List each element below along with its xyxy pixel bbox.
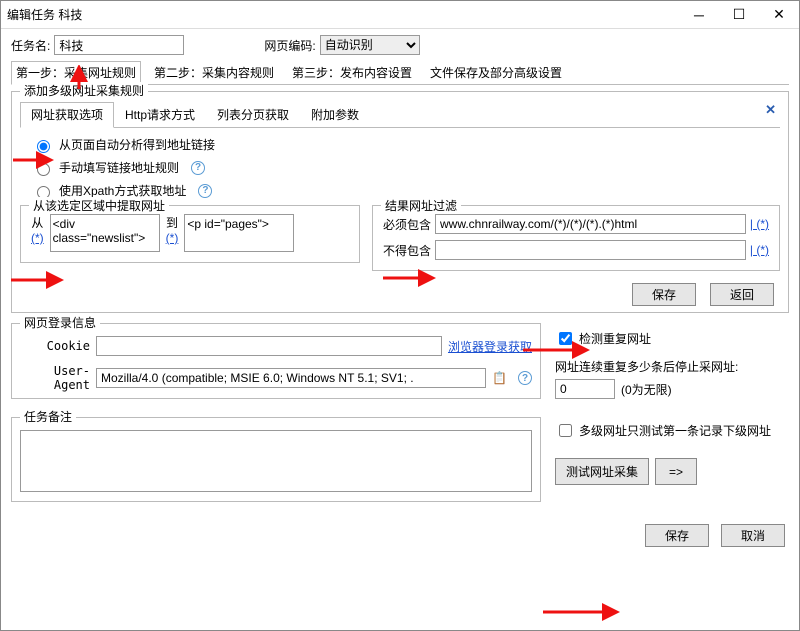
panel-back-button[interactable]: 返回: [710, 283, 774, 306]
radio-auto-label: 从页面自动分析得到地址链接: [59, 136, 215, 153]
cancel-button[interactable]: 取消: [721, 524, 785, 547]
from-textarea[interactable]: <div class="newslist">: [50, 214, 160, 252]
test-first-label: 多级网址只测试第一条记录下级网址: [579, 422, 771, 439]
test-collect-button[interactable]: 测试网址采集: [555, 458, 649, 485]
from-star-link[interactable]: (*): [31, 231, 44, 245]
must-star-link[interactable]: | (*): [750, 217, 769, 231]
filter-title: 结果网址过滤: [381, 197, 461, 214]
test-first-checkbox[interactable]: [559, 424, 572, 437]
arrow-next-button[interactable]: =>: [655, 458, 697, 485]
repeat-input[interactable]: [555, 379, 615, 399]
dup-checkbox[interactable]: [559, 332, 572, 345]
region-title: 从该选定区域中提取网址: [29, 197, 169, 214]
remark-textarea[interactable]: [20, 430, 532, 492]
not-label: 不得包含: [383, 242, 431, 259]
minimize-button[interactable]: ─: [679, 1, 719, 29]
step-tab-3[interactable]: 第三步：发布内容设置: [287, 61, 417, 84]
not-input[interactable]: [435, 240, 746, 260]
ua-input[interactable]: [96, 368, 486, 388]
must-input[interactable]: [435, 214, 746, 234]
panel-save-button[interactable]: 保存: [632, 283, 696, 306]
step-tab-2[interactable]: 第二步：采集内容规则: [149, 61, 279, 84]
must-label: 必须包含: [383, 216, 431, 233]
remark-title: 任务备注: [20, 408, 76, 425]
to-label: 到: [166, 214, 178, 231]
close-button[interactable]: ✕: [759, 1, 799, 29]
cookie-browser-link[interactable]: 浏览器登录获取: [448, 338, 532, 355]
inner-tab-http[interactable]: Http请求方式: [114, 102, 206, 127]
save-button[interactable]: 保存: [645, 524, 709, 547]
inner-tab-paging[interactable]: 列表分页获取: [206, 102, 300, 127]
multi-panel-title: 添加多级网址采集规则: [20, 82, 148, 99]
to-textarea[interactable]: <p id="pages">: [184, 214, 294, 252]
maximize-button[interactable]: ☐: [719, 1, 759, 29]
radio-auto[interactable]: [37, 140, 50, 153]
help-icon[interactable]: ?: [518, 371, 532, 385]
encoding-label: 网页编码:: [264, 37, 319, 54]
task-name-input[interactable]: [54, 35, 184, 55]
annotation-arrow: [541, 603, 621, 621]
inner-tab-params[interactable]: 附加参数: [300, 102, 370, 127]
step-tab-4[interactable]: 文件保存及部分高级设置: [425, 61, 567, 84]
help-icon[interactable]: ?: [191, 161, 205, 175]
cookie-label: Cookie: [20, 339, 90, 353]
encoding-select[interactable]: 自动识别: [320, 35, 420, 55]
ua-copy-icon[interactable]: 📋: [492, 371, 506, 385]
task-name-label: 任务名:: [11, 37, 54, 54]
dup-label: 检测重复网址: [579, 330, 651, 347]
window-title: 编辑任务 科技: [1, 6, 82, 23]
not-star-link[interactable]: | (*): [750, 243, 769, 257]
inner-tab-url-options[interactable]: 网址获取选项: [20, 102, 114, 128]
login-panel-title: 网页登录信息: [20, 314, 100, 331]
ua-label: User-Agent: [20, 364, 90, 392]
to-star-link[interactable]: (*): [166, 231, 179, 245]
help-icon[interactable]: ?: [198, 184, 212, 198]
radio-manual[interactable]: [37, 163, 50, 176]
repeat-label: 网址连续重复多少条后停止采网址:: [555, 358, 789, 375]
radio-manual-label: 手动填写链接地址规则: [59, 159, 179, 176]
inner-close-icon[interactable]: ✕: [765, 102, 780, 127]
repeat-suffix: (0为无限): [621, 381, 672, 398]
from-label: 从: [31, 214, 43, 231]
cookie-input[interactable]: [96, 336, 442, 356]
